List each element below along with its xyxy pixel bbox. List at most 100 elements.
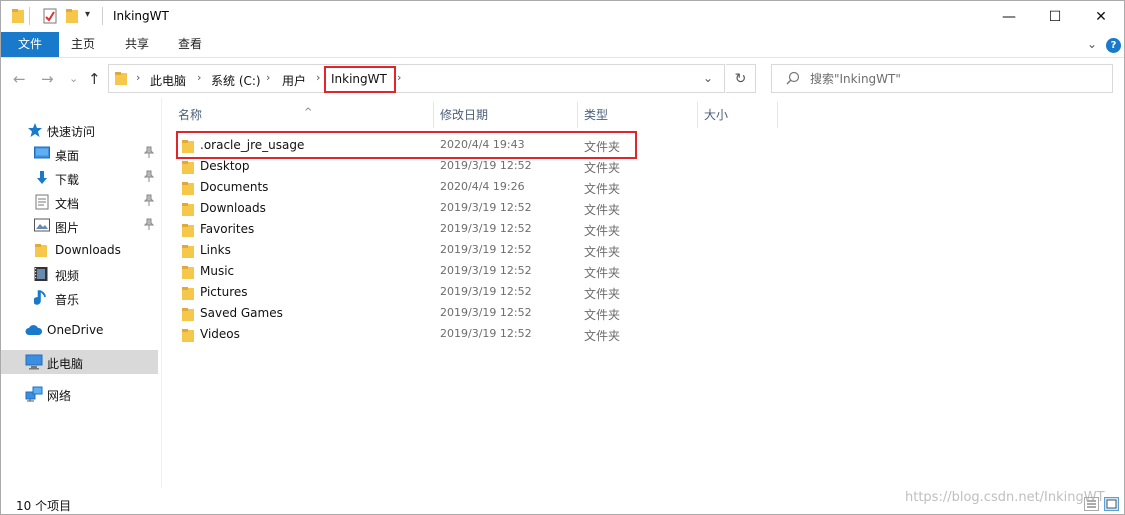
folder-icon <box>181 201 195 220</box>
sidebar-item-music[interactable]: 音乐 <box>1 286 158 310</box>
sidebar-item-label: 下载 <box>55 173 80 187</box>
star-icon <box>27 122 43 141</box>
up-arrow-icon[interactable]: ↑ <box>88 70 101 88</box>
folder-icon <box>181 264 195 283</box>
watermark: https://blog.csdn.net/InkingWT <box>905 490 1105 505</box>
sidebar-item-documents[interactable]: 文档 <box>1 190 158 214</box>
properties-icon[interactable] <box>43 8 57 27</box>
sidebar-item-quick-access[interactable]: 快速访问 <box>1 118 158 142</box>
tab-home[interactable]: 主页 <box>59 32 107 57</box>
address-dropdown-icon[interactable]: ⌄ <box>703 71 713 85</box>
refresh-icon[interactable]: ↻ <box>726 64 756 93</box>
minimize-button[interactable]: — <box>986 1 1032 32</box>
pin-icon[interactable] <box>143 170 155 185</box>
file-name: Saved Games <box>200 306 283 320</box>
file-date: 2019/3/19 12:52 <box>440 306 532 319</box>
breadcrumb-separator[interactable]: › <box>397 71 401 84</box>
recent-locations-icon[interactable]: ⌄ <box>69 72 78 85</box>
folder-icon <box>181 306 195 325</box>
search-box[interactable] <box>771 64 1113 93</box>
folder-icon <box>181 327 195 346</box>
breadcrumb-separator[interactable]: › <box>197 71 201 84</box>
sidebar-item-videos[interactable]: 视频 <box>1 262 158 286</box>
navigation-bar: ← → ⌄ ↑ › 此电脑 › 系统 (C:) › 用户 › InkingWT … <box>1 58 1124 98</box>
list-item[interactable]: Downloads 2019/3/19 12:52 文件夹 <box>176 198 636 219</box>
list-item[interactable]: Documents 2020/4/4 19:26 文件夹 <box>176 177 636 198</box>
close-button[interactable]: ✕ <box>1078 1 1124 32</box>
breadcrumb-system-drive[interactable]: 系统 (C:) <box>211 72 261 89</box>
tab-view[interactable]: 查看 <box>166 32 214 57</box>
maximize-button[interactable]: ☐ <box>1032 1 1078 32</box>
file-date: 2019/3/19 12:52 <box>440 159 532 172</box>
folder-icon <box>181 159 195 178</box>
music-icon <box>33 290 48 309</box>
file-type: 文件夹 <box>584 224 621 238</box>
help-icon[interactable]: ? <box>1106 38 1121 53</box>
sidebar-item-label: Downloads <box>55 243 121 257</box>
expand-ribbon-icon[interactable]: ⌄ <box>1087 37 1097 51</box>
pin-icon[interactable] <box>143 194 155 209</box>
new-folder-icon[interactable] <box>65 8 79 27</box>
folder-app-icon[interactable] <box>11 8 25 27</box>
item-count: 10 个项目 <box>16 499 72 513</box>
back-arrow-icon[interactable]: ← <box>13 70 26 88</box>
file-name: Documents <box>200 180 269 194</box>
large-icons-view-icon[interactable] <box>1104 497 1119 511</box>
file-list: 名称 ^ 修改日期 类型 大小 .oracle_jre_usage 2020/4/… <box>166 98 1121 488</box>
breadcrumb-users[interactable]: 用户 <box>282 72 306 89</box>
sort-ascending-icon: ^ <box>304 107 313 118</box>
breadcrumb-this-pc[interactable]: 此电脑 <box>150 72 186 89</box>
address-bar[interactable]: › 此电脑 › 系统 (C:) › 用户 › InkingWT › ⌄ <box>108 64 725 93</box>
file-name: Desktop <box>200 159 250 173</box>
sidebar-item-downloads-cn[interactable]: 下载 <box>1 166 158 190</box>
pin-icon[interactable] <box>143 218 155 233</box>
list-item[interactable]: Favorites 2019/3/19 12:52 文件夹 <box>176 219 636 240</box>
file-type: 文件夹 <box>584 161 621 175</box>
sidebar-item-this-pc[interactable]: 此电脑 <box>1 350 158 374</box>
breadcrumb-separator[interactable]: › <box>266 71 270 84</box>
sidebar-item-network[interactable]: 网络 <box>1 382 158 406</box>
sidebar-item-pictures[interactable]: 图片 <box>1 214 158 238</box>
file-name: Links <box>200 243 231 257</box>
file-date: 2019/3/19 12:52 <box>440 327 532 340</box>
list-item[interactable]: Videos 2019/3/19 12:52 文件夹 <box>176 324 636 345</box>
list-item[interactable]: Pictures 2019/3/19 12:52 文件夹 <box>176 282 636 303</box>
documents-icon <box>34 194 50 213</box>
forward-arrow-icon[interactable]: → <box>41 70 54 88</box>
sidebar-item-label: 此电脑 <box>47 357 84 371</box>
customize-toolbar-icon[interactable]: ▾ <box>85 9 90 20</box>
computer-icon <box>25 354 43 373</box>
search-input[interactable] <box>810 70 1100 88</box>
breadcrumb-separator[interactable]: › <box>136 71 140 84</box>
sidebar-item-label: 桌面 <box>55 149 80 163</box>
tab-file[interactable]: 文件 <box>1 32 59 57</box>
title-divider <box>102 7 103 25</box>
sidebar-item-desktop[interactable]: 桌面 <box>1 142 158 166</box>
folder-icon <box>34 242 48 261</box>
column-header-type[interactable]: 类型 <box>578 102 698 128</box>
download-icon <box>34 170 50 189</box>
window-title: InkingWT <box>113 9 169 23</box>
file-name: Pictures <box>200 285 248 299</box>
sidebar-item-label: 快速访问 <box>47 125 96 139</box>
sidebar-item-onedrive[interactable]: OneDrive <box>1 318 158 342</box>
column-header-name[interactable]: 名称 ^ <box>172 102 434 128</box>
sidebar-item-downloads[interactable]: Downloads <box>1 238 158 262</box>
list-item[interactable]: Music 2019/3/19 12:52 文件夹 <box>176 261 636 282</box>
cloud-icon <box>25 324 43 339</box>
explorer-window: ▾ InkingWT — ☐ ✕ 文件 主页 共享 查看 ⌄ ? ← → ⌄ ↑… <box>0 0 1125 515</box>
tab-share[interactable]: 共享 <box>113 32 161 57</box>
videos-icon <box>34 266 48 285</box>
folder-icon <box>181 222 195 241</box>
file-date: 2019/3/19 12:52 <box>440 285 532 298</box>
list-item[interactable]: Desktop 2019/3/19 12:52 文件夹 <box>176 156 636 177</box>
list-item[interactable]: Saved Games 2019/3/19 12:52 文件夹 <box>176 303 636 324</box>
column-header-size[interactable]: 大小 <box>698 102 778 128</box>
list-item[interactable]: Links 2019/3/19 12:52 文件夹 <box>176 240 636 261</box>
column-header-date[interactable]: 修改日期 <box>434 102 578 128</box>
column-header-label: 名称 <box>178 108 203 122</box>
pin-icon[interactable] <box>143 146 155 161</box>
pane-divider[interactable] <box>161 98 162 488</box>
file-name: Downloads <box>200 201 266 215</box>
breadcrumb-separator[interactable]: › <box>316 71 320 84</box>
